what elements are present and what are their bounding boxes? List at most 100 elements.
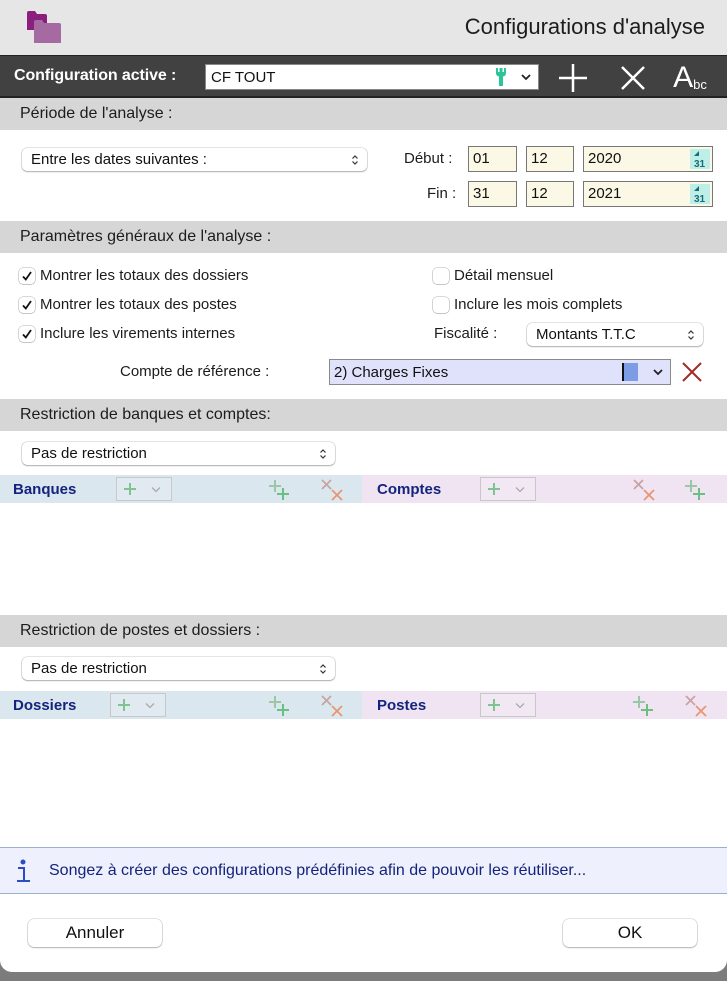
checkmark-icon [22,270,32,281]
calendar-icon[interactable]: 31 [690,184,710,204]
fiscal-value: Montants T.T.C [536,326,636,343]
period-mode-select[interactable]: Entre les dates suivantes : [22,148,367,171]
checkbox-box[interactable] [19,296,35,313]
banks-section-header: Restriction de banques et comptes: [0,399,727,431]
window-title: Configurations d'analyse [464,14,705,39]
info-text: Songez à créer des configurations prédéf… [49,861,587,879]
account-color-swatch [622,363,638,381]
monthly-detail-checkbox[interactable]: Détail mensuel [433,267,553,284]
ok-button[interactable]: OK [563,919,697,947]
posts-title: Postes [377,697,427,714]
rename-config-button[interactable]: Abc [668,62,712,94]
folders-list-header: Dossiers [0,691,362,719]
add-folder-combo[interactable] [110,693,166,717]
banks-restriction-select[interactable]: Pas de restriction [22,442,335,465]
svg-text:31: 31 [694,159,706,169]
accounts-list-header: Comptes [362,475,727,503]
fiscal-select[interactable]: Montants T.T.C [527,323,703,346]
start-day-field[interactable]: 01 [468,146,517,172]
checkbox-box[interactable] [19,325,35,342]
cancel-button[interactable]: Annuler [28,919,162,947]
chevron-down-icon [653,369,663,376]
updown-chevron-icon [320,448,326,459]
folders-title: Dossiers [13,697,77,714]
folders-list[interactable] [0,719,362,846]
period-mode-value: Entre les dates suivantes : [31,151,207,168]
info-icon [17,859,30,882]
end-year-field[interactable]: 2021 31 [583,181,713,207]
folders-app-icon [27,11,61,43]
remove-all-icon[interactable] [320,694,346,718]
clear-reference-icon[interactable] [680,361,704,383]
wrench-icon[interactable] [494,67,508,87]
include-internal-transfers-checkbox[interactable]: Inclure les virements internes [19,325,235,342]
remove-all-icon[interactable] [684,694,710,718]
chevron-down-icon [515,702,525,708]
start-year-value: 2020 [588,150,622,167]
plus-icon [488,483,500,495]
reference-account-value: 2) Charges Fixes [334,363,449,381]
reference-account-select[interactable]: 2) Charges Fixes [329,359,671,385]
remove-all-icon[interactable] [320,478,346,502]
add-config-button[interactable] [556,62,590,94]
banks-title: Banques [13,481,77,498]
accounts-list[interactable] [362,503,727,615]
add-account-combo[interactable] [480,477,536,501]
plus-icon [118,699,130,711]
add-all-icon[interactable] [684,478,710,502]
active-config-select[interactable]: CF TOUT [205,64,539,90]
end-year-value: 2021 [588,185,622,202]
plus-icon [488,699,500,711]
calendar-icon[interactable]: 31 [690,149,710,169]
chevron-down-icon[interactable] [520,72,532,82]
banks-list[interactable] [0,503,362,615]
include-full-months-checkbox[interactable]: Inclure les mois complets [433,296,622,313]
checkmark-icon [22,299,32,310]
posts-list[interactable] [362,719,727,846]
updown-chevron-icon [320,663,326,674]
remove-all-icon[interactable] [632,478,658,502]
updown-chevron-icon [688,329,694,340]
end-month-field[interactable]: 12 [526,181,574,207]
end-date-label: Fin : [427,185,457,202]
info-banner: Songez à créer des configurations prédéf… [0,847,727,894]
checkbox-box[interactable] [433,267,449,284]
config-toolbar: Configuration active : CF TOUT Abc [0,55,727,98]
add-all-icon[interactable] [268,694,294,718]
checkbox-label: Détail mensuel [454,267,554,284]
active-config-label: Configuration active : [14,67,177,84]
show-post-totals-checkbox[interactable]: Montrer les totaux des postes [19,296,237,313]
start-month-field[interactable]: 12 [526,146,574,172]
posts-list-header: Postes [362,691,727,719]
accounts-title: Comptes [377,481,442,498]
plus-icon [124,483,136,495]
checkbox-box[interactable] [433,296,449,313]
reference-account-label: Compte de référence : [120,363,270,380]
general-section-header: Paramètres généraux de l'analyse : [0,221,727,253]
posts-restriction-select[interactable]: Pas de restriction [22,657,335,680]
checkbox-box[interactable] [19,267,35,284]
checkbox-label: Inclure les virements internes [40,325,236,342]
end-day-field[interactable]: 31 [468,181,517,207]
add-bank-combo[interactable] [116,477,172,501]
chevron-down-icon [151,486,161,492]
svg-text:31: 31 [694,194,706,204]
dialog-window: Configurations d'analyse Configuration a… [0,0,727,972]
close-icon [621,66,645,90]
start-year-field[interactable]: 2020 31 [583,146,713,172]
show-folder-totals-checkbox[interactable]: Montrer les totaux des dossiers [19,267,248,284]
posts-restriction-value: Pas de restriction [31,660,147,677]
delete-config-button[interactable] [616,62,650,94]
add-all-icon[interactable] [632,694,658,718]
checkbox-label: Montrer les totaux des dossiers [40,267,249,284]
chevron-down-icon [515,486,525,492]
add-all-icon[interactable] [268,478,294,502]
period-section-header: Période de l'analyse : [0,98,727,130]
add-post-combo[interactable] [480,693,536,717]
start-date-label: Début : [404,150,453,167]
banks-list-header: Banques [0,475,362,503]
rename-icon-small: bc [693,76,707,92]
title-bar: Configurations d'analyse [0,0,727,55]
chevron-down-icon [145,702,155,708]
banks-restriction-value: Pas de restriction [31,445,147,462]
